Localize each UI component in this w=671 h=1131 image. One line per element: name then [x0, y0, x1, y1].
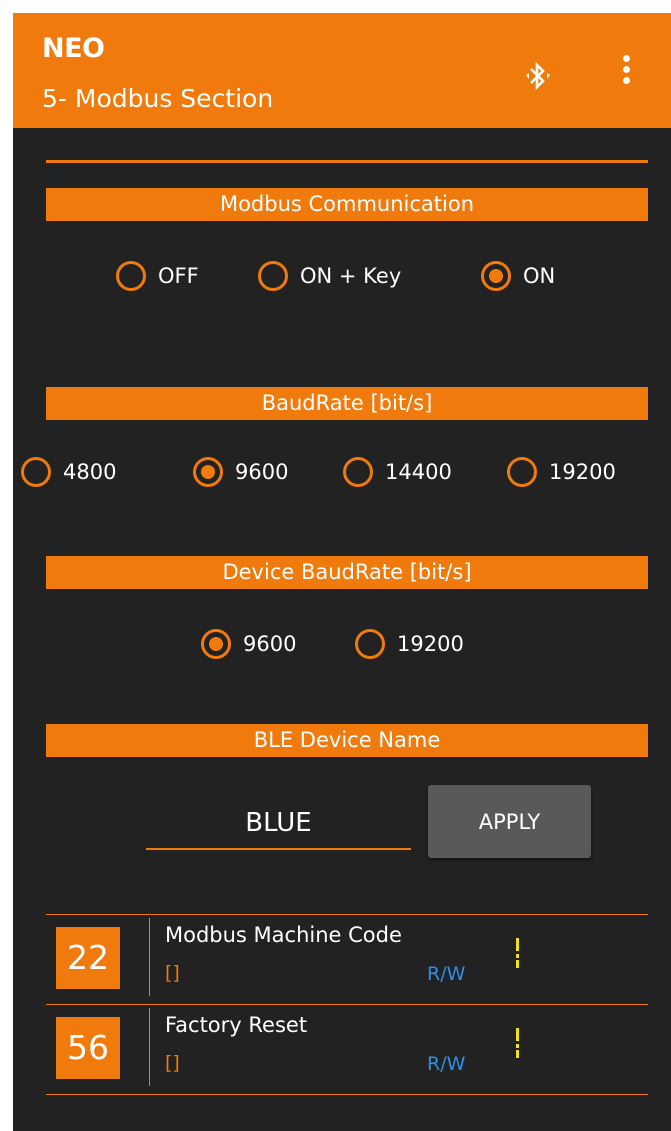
radio-label: ON — [523, 264, 556, 288]
radio-baud-14400[interactable]: 14400 — [343, 452, 452, 492]
radio-checked-icon — [201, 629, 231, 659]
param-title: Modbus Machine Code — [165, 923, 402, 947]
radio-label: OFF — [158, 264, 199, 288]
row-divider — [46, 1004, 648, 1005]
screen: NEO 5- Modbus Section Modbus Communicati… — [13, 13, 671, 1131]
row-divider — [46, 914, 648, 915]
radio-label: 9600 — [243, 632, 297, 656]
baudrate-header: BaudRate [bit/s] — [46, 387, 648, 420]
param-row[interactable]: 22 Modbus Machine Code [] R/W — [46, 916, 648, 1002]
radio-label: 14400 — [385, 460, 452, 484]
radio-label: 4800 — [63, 460, 117, 484]
radio-modbus-on[interactable]: ON — [481, 256, 555, 296]
bluetooth-searching-icon[interactable] — [524, 61, 552, 91]
radio-device-baud-19200[interactable]: 19200 — [355, 624, 464, 664]
radio-baud-4800[interactable]: 4800 — [21, 452, 116, 492]
baudrate-radio-group: 4800 9600 14400 19200 — [13, 452, 671, 492]
radio-label: 9600 — [235, 460, 289, 484]
ble-device-name-header: BLE Device Name — [46, 724, 648, 757]
status-indicator-icon — [516, 938, 520, 968]
radio-modbus-off[interactable]: OFF — [116, 256, 199, 296]
radio-device-baud-9600[interactable]: 9600 — [201, 624, 296, 664]
radio-baud-9600[interactable]: 9600 — [193, 452, 288, 492]
param-code-badge: 22 — [56, 927, 120, 989]
app-title: NEO — [42, 33, 105, 64]
row-separator — [149, 1008, 150, 1086]
more-vert-icon[interactable] — [622, 55, 632, 87]
device-baudrate-header: Device BaudRate [bit/s] — [46, 556, 648, 589]
app-bar: NEO 5- Modbus Section — [13, 13, 671, 128]
param-access: R/W — [427, 963, 466, 985]
radio-baud-19200[interactable]: 19200 — [507, 452, 616, 492]
top-divider — [46, 160, 648, 163]
radio-modbus-on-key[interactable]: ON + Key — [258, 256, 401, 296]
ble-device-name-input[interactable] — [146, 798, 411, 850]
param-value: [] — [165, 962, 180, 984]
modbus-communication-radio-group: OFF ON + Key ON — [13, 256, 671, 296]
radio-unchecked-icon — [116, 261, 146, 291]
param-access: R/W — [427, 1053, 466, 1075]
radio-unchecked-icon — [355, 629, 385, 659]
radio-unchecked-icon — [507, 457, 537, 487]
radio-unchecked-icon — [343, 457, 373, 487]
radio-unchecked-icon — [258, 261, 288, 291]
row-divider — [46, 1094, 648, 1095]
radio-label: ON + Key — [300, 264, 402, 288]
app-subtitle: 5- Modbus Section — [42, 84, 274, 113]
radio-label: 19200 — [549, 460, 616, 484]
device-baudrate-radio-group: 9600 19200 — [13, 624, 671, 664]
modbus-communication-header: Modbus Communication — [46, 188, 648, 221]
radio-checked-icon — [193, 457, 223, 487]
row-separator — [149, 918, 150, 996]
radio-unchecked-icon — [21, 457, 51, 487]
radio-label: 19200 — [397, 632, 464, 656]
param-title: Factory Reset — [165, 1013, 308, 1037]
apply-button[interactable]: APPLY — [428, 785, 591, 858]
param-value: [] — [165, 1052, 180, 1074]
radio-checked-icon — [481, 261, 511, 291]
status-indicator-icon — [516, 1028, 520, 1058]
param-code-badge: 56 — [56, 1017, 120, 1079]
param-row[interactable]: 56 Factory Reset [] R/W — [46, 1006, 648, 1092]
